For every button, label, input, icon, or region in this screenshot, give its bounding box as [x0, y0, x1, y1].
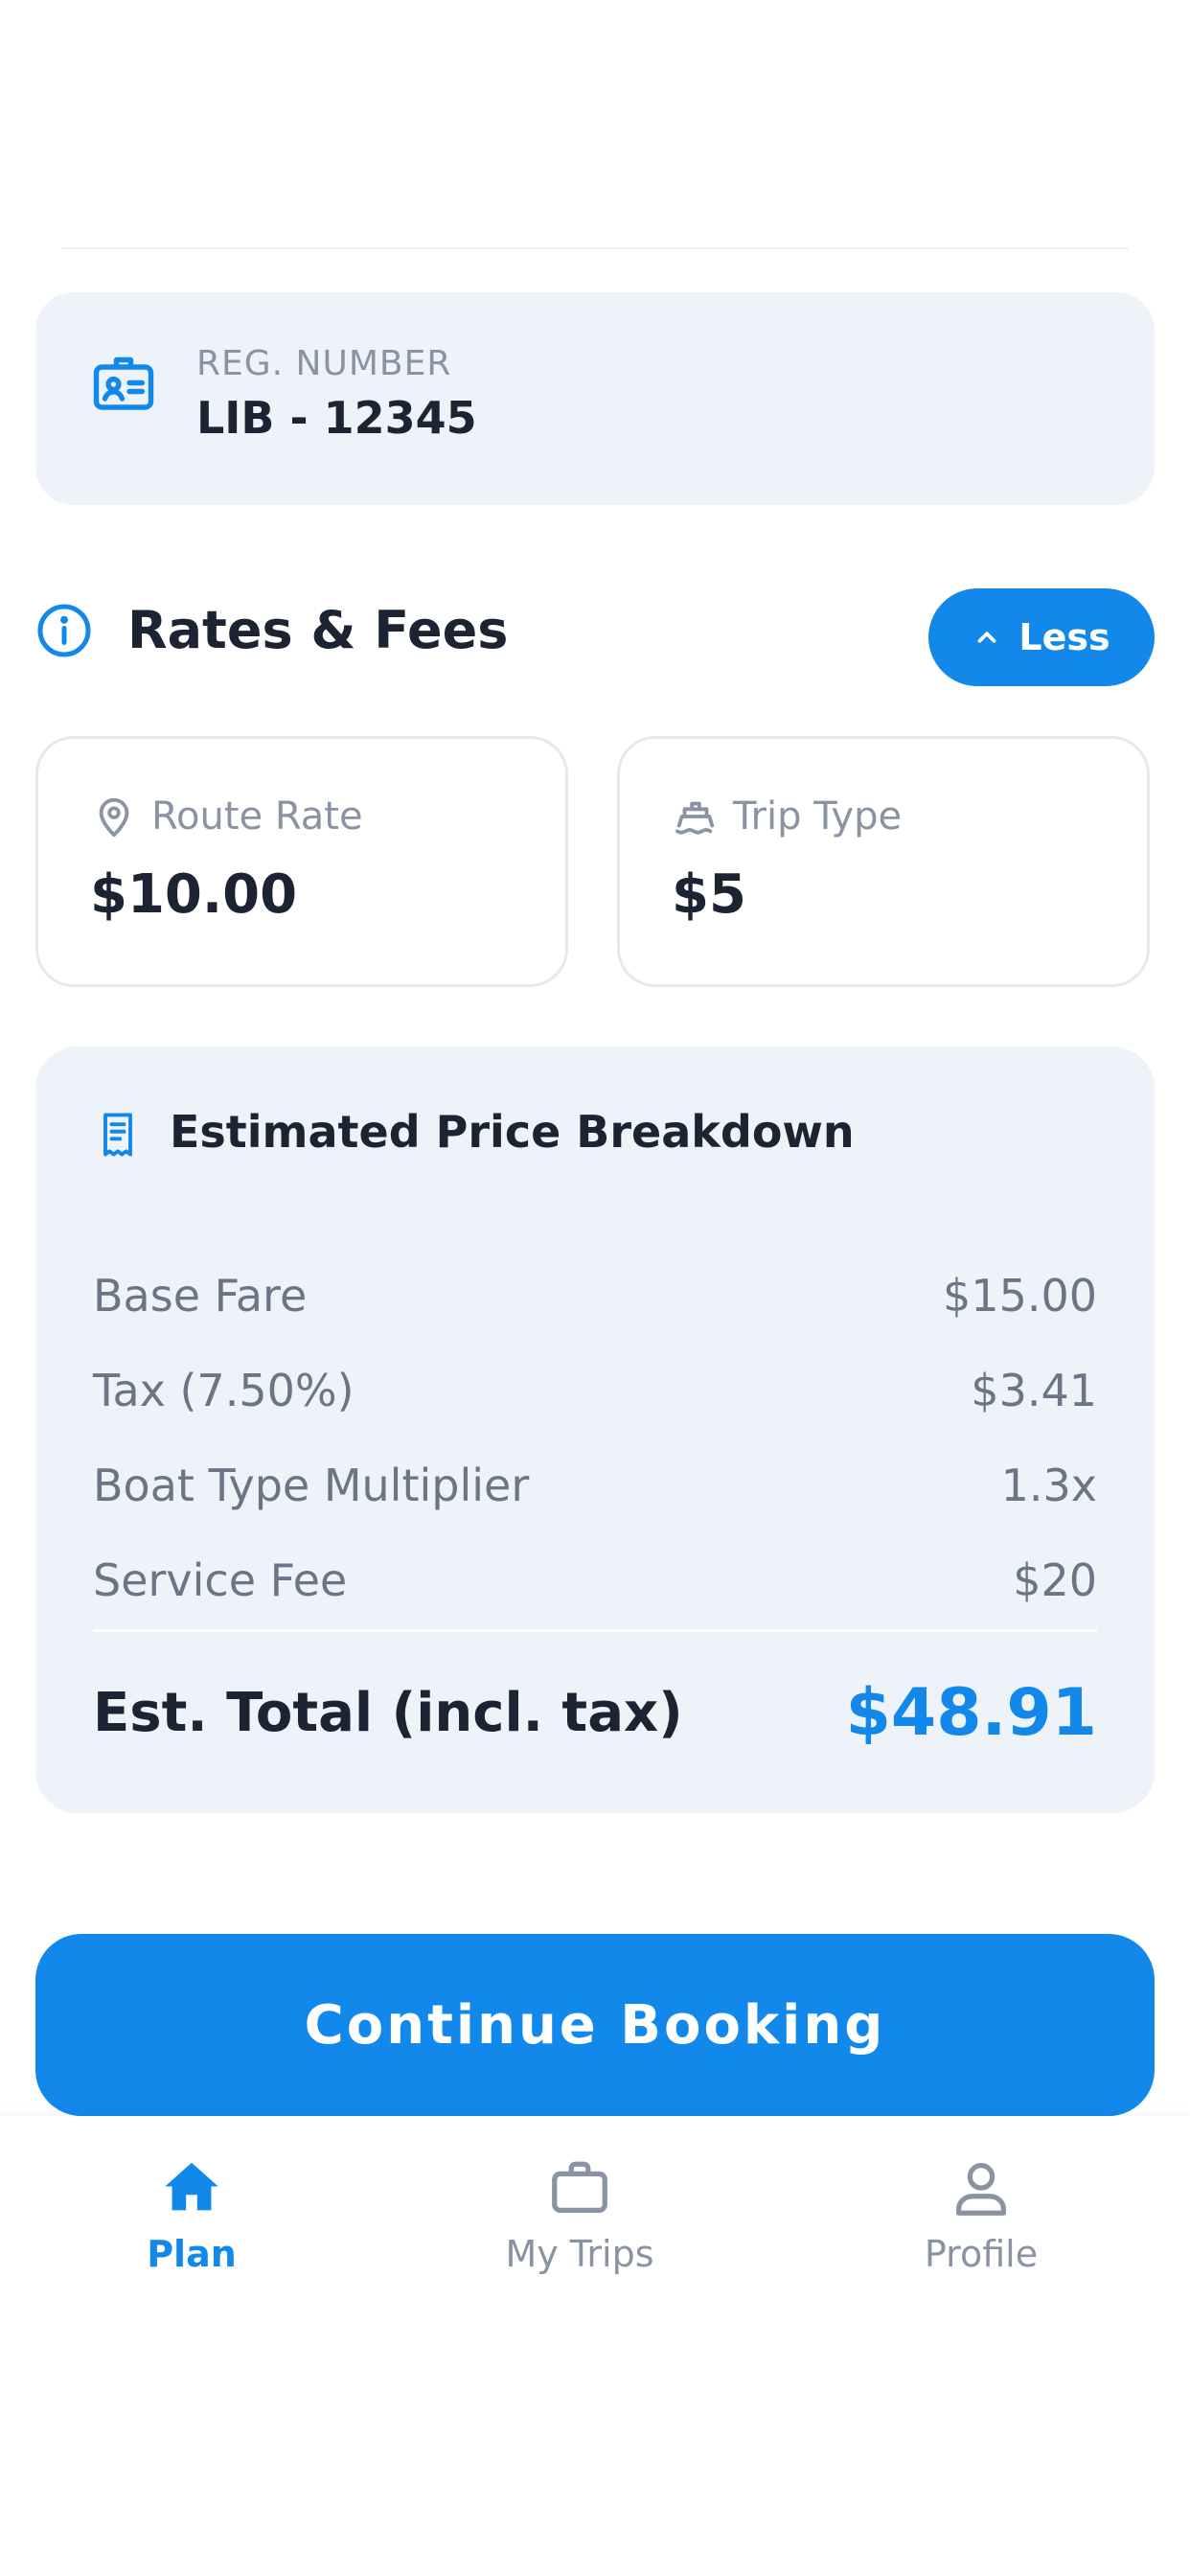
tab-plan-label: Plan	[147, 2233, 237, 2275]
breakdown-row-tax: Tax (7.50%) $3.41	[93, 1357, 1097, 1424]
map-pin-icon	[99, 797, 129, 838]
breakdown-divider	[93, 1629, 1097, 1632]
rates-section-title: Rates & Fees	[127, 600, 509, 660]
breakdown-row-service-fee: Service Fee $20	[93, 1547, 1097, 1614]
price-breakdown-card: Estimated Price Breakdown Base Fare $15.…	[35, 1046, 1155, 1813]
breakdown-row-value: 1.3x	[1000, 1460, 1097, 1511]
breakdown-title: Estimated Price Breakdown	[170, 1106, 855, 1158]
breakdown-total-row: Est. Total (incl. tax) $48.91	[93, 1669, 1097, 1756]
breakdown-row-value: $20	[1013, 1554, 1097, 1606]
continue-booking-button[interactable]: Continue Booking	[35, 1934, 1155, 2116]
total-value: $48.91	[845, 1674, 1097, 1751]
tab-profile-label: Profile	[924, 2233, 1039, 2275]
reg-number-value: LIB - 12345	[196, 392, 477, 444]
registration-card: REG. NUMBER LIB - 12345	[35, 292, 1155, 505]
breakdown-row-label: Tax (7.50%)	[93, 1365, 355, 1416]
breakdown-row-boat-multiplier: Boat Type Multiplier 1.3x	[93, 1452, 1097, 1519]
ship-icon	[675, 801, 715, 835]
route-rate-label: Route Rate	[151, 794, 363, 839]
top-divider	[61, 247, 1129, 249]
breakdown-row-label: Service Fee	[93, 1554, 348, 1606]
home-icon	[165, 2162, 218, 2211]
bottom-tab-bar: Plan My Trips Profile	[0, 2116, 1190, 2576]
breakdown-row-value: $15.00	[943, 1270, 1097, 1322]
info-icon	[37, 604, 91, 657]
tab-my-trips-label: My Trips	[505, 2233, 654, 2275]
trip-type-label: Trip Type	[733, 794, 903, 839]
rates-section-header: Rates & Fees Less	[35, 575, 1155, 686]
chevron-up-icon	[978, 632, 996, 643]
tab-my-trips[interactable]: My Trips	[455, 2154, 704, 2275]
less-toggle-label: Less	[1018, 616, 1110, 658]
route-rate-card: Route Rate $10.00	[35, 736, 568, 987]
id-card-icon	[93, 356, 154, 410]
person-icon	[956, 2163, 1006, 2216]
total-label: Est. Total (incl. tax)	[93, 1681, 683, 1744]
briefcase-icon	[552, 2161, 607, 2213]
tab-plan[interactable]: Plan	[67, 2154, 316, 2275]
trip-type-value: $5	[672, 863, 746, 926]
breakdown-row-base-fare: Base Fare $15.00	[93, 1262, 1097, 1329]
route-rate-value: $10.00	[90, 863, 298, 926]
breakdown-row-label: Boat Type Multiplier	[93, 1460, 530, 1511]
reg-number-label: REG. NUMBER	[196, 344, 452, 383]
trip-type-card: Trip Type $5	[617, 736, 1150, 987]
breakdown-row-label: Base Fare	[93, 1270, 308, 1322]
tab-profile[interactable]: Profile	[857, 2154, 1106, 2275]
breakdown-row-value: $3.41	[971, 1365, 1097, 1416]
less-toggle-button[interactable]: Less	[928, 588, 1155, 686]
receipt-icon	[103, 1113, 132, 1157]
